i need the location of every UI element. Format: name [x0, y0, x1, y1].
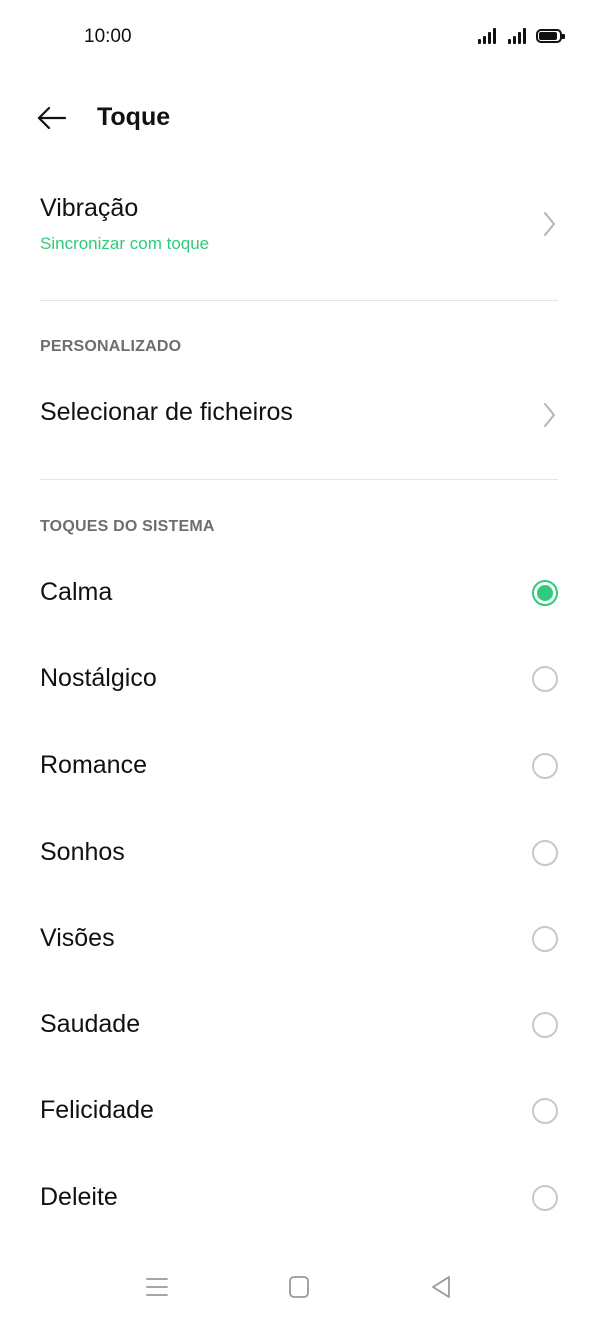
status-time: 10:00 — [84, 26, 132, 47]
ringtone-item[interactable]: Romance — [0, 733, 598, 799]
ringtone-item[interactable]: Nostálgico — [0, 646, 598, 712]
ringtone-label: Romance — [40, 751, 147, 779]
vibration-title: Vibração — [40, 194, 139, 222]
select-files-label: Selecionar de ficheiros — [40, 398, 293, 426]
ringtone-label: Nostálgico — [40, 664, 157, 692]
radio-button[interactable] — [532, 753, 558, 779]
vibration-subtitle: Sincronizar com toque — [40, 234, 210, 253]
chevron-right-icon — [544, 212, 555, 236]
page-title: Toque — [97, 103, 171, 131]
ringtone-item[interactable]: Visões — [0, 906, 598, 972]
recents-button[interactable] — [142, 1272, 172, 1302]
divider — [40, 300, 558, 301]
select-files-row[interactable]: Selecionar de ficheiros — [0, 380, 598, 450]
radio-button[interactable] — [532, 840, 558, 866]
back-triangle-icon — [432, 1276, 450, 1298]
ringtone-label: Sonhos — [40, 838, 125, 866]
radio-button-checked[interactable] — [532, 580, 558, 606]
ringtone-label: Felicidade — [40, 1096, 154, 1124]
ringtone-label: Deleite — [40, 1183, 118, 1211]
signal-icon — [508, 28, 526, 44]
radio-button[interactable] — [532, 926, 558, 952]
ringtone-item[interactable]: Sonhos — [0, 820, 598, 886]
radio-button[interactable] — [532, 1185, 558, 1211]
section-header-system: TOQUES DO SISTEMA — [40, 518, 215, 535]
divider — [40, 479, 558, 480]
ringtone-item[interactable]: Deleite — [0, 1165, 598, 1231]
ringtone-item[interactable]: Felicidade — [0, 1078, 598, 1144]
ringtone-label: Visões — [40, 924, 115, 952]
chevron-right-icon — [544, 403, 555, 427]
status-bar: 10:00 — [0, 0, 598, 76]
navigation-bar — [0, 1258, 598, 1314]
menu-icon — [146, 1278, 168, 1296]
ringtone-item[interactable]: Calma — [0, 560, 598, 626]
ringtone-label: Calma — [40, 578, 113, 606]
radio-button[interactable] — [532, 666, 558, 692]
home-icon — [289, 1276, 309, 1298]
battery-icon — [536, 29, 565, 43]
arrow-left-icon — [37, 106, 67, 130]
radio-button[interactable] — [532, 1012, 558, 1038]
ringtone-item[interactable]: Saudade — [0, 992, 598, 1058]
radio-button[interactable] — [532, 1098, 558, 1124]
home-button[interactable] — [284, 1272, 314, 1302]
back-button[interactable] — [34, 100, 70, 136]
section-header-custom: PERSONALIZADO — [40, 338, 182, 355]
ringtone-label: Saudade — [40, 1010, 141, 1038]
vibration-row[interactable]: Vibração Sincronizar com toque — [0, 180, 598, 280]
signal-icon — [478, 28, 496, 44]
app-bar: Toque — [0, 90, 598, 146]
back-nav-button[interactable] — [426, 1272, 456, 1302]
status-icons — [478, 28, 565, 44]
